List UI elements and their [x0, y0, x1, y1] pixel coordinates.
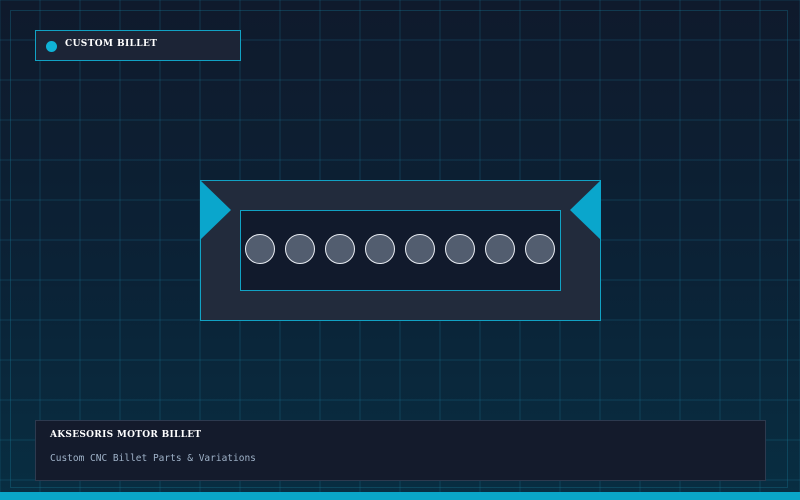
bolt-icon — [445, 234, 475, 264]
caption-panel: AKSESORIS MOTOR BILLET Custom CNC Billet… — [35, 420, 766, 481]
bolt-icon — [525, 234, 555, 264]
bolt-row — [244, 234, 560, 268]
stage: CUSTOM BILLET AKSESORIS MOTOR BILLET Cus… — [0, 0, 800, 500]
category-badge: CUSTOM BILLET — [35, 30, 241, 61]
bolt-icon — [245, 234, 275, 264]
caption-title: AKSESORIS MOTOR BILLET — [50, 430, 202, 440]
bolt-icon — [325, 234, 355, 264]
bottom-accent-bar — [0, 492, 800, 500]
corner-accent-left-icon — [200, 180, 231, 240]
caption-subtitle: Custom CNC Billet Parts & Variations — [50, 453, 256, 464]
bolt-icon — [285, 234, 315, 264]
status-dot-icon — [46, 41, 57, 52]
bolt-icon — [405, 234, 435, 264]
badge-label: CUSTOM BILLET — [65, 39, 158, 49]
bolt-icon — [485, 234, 515, 264]
bolt-icon — [365, 234, 395, 264]
corner-accent-right-icon — [570, 180, 601, 240]
